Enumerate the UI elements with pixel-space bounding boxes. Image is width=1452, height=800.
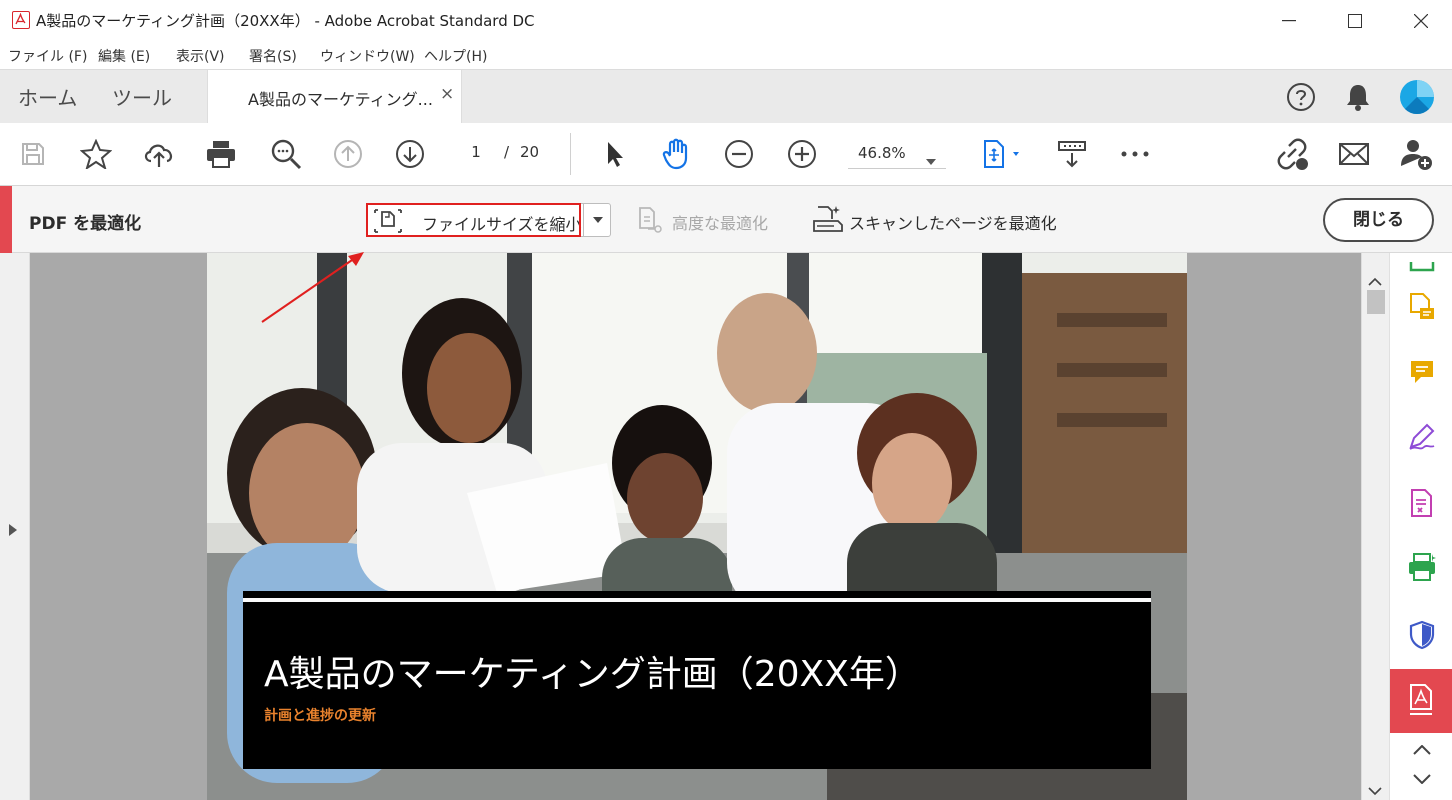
- zoom-out-icon[interactable]: [721, 136, 757, 172]
- title-band-rule: [243, 598, 1151, 602]
- document-canvas: A製品のマーケティング計画（20XX年） 計画と進捗の更新: [30, 253, 1361, 800]
- bell-icon[interactable]: [1345, 82, 1371, 116]
- scroll-thumb[interactable]: [1367, 290, 1385, 314]
- hand-icon[interactable]: [659, 136, 695, 172]
- expand-pane-icon[interactable]: [9, 521, 17, 540]
- maximize-icon[interactable]: [1332, 0, 1378, 41]
- tab-bar: ホーム ツール A製品のマーケティング... ×: [0, 69, 1452, 124]
- add-user-icon[interactable]: [1398, 136, 1434, 172]
- protect-shield-icon[interactable]: [1406, 619, 1438, 651]
- title-bar: A製品のマーケティング計画（20XX年） - Adobe Acrobat Sta…: [0, 0, 1452, 41]
- optimize-pdf-bar: PDF を最適化 ファイルサイズを縮小 高度な最適化 スキャンしたページを最適化…: [0, 186, 1452, 253]
- comment-file-icon[interactable]: [1406, 291, 1438, 323]
- optimize-scanned-pages-label: スキャンしたページを最適化: [849, 214, 1057, 233]
- comment-icon[interactable]: [1406, 356, 1438, 388]
- page-number-input[interactable]: 1: [455, 143, 497, 161]
- zoom-in-icon[interactable]: [784, 136, 820, 172]
- more-icon[interactable]: [1117, 136, 1153, 172]
- chevron-up-icon[interactable]: [1406, 739, 1438, 761]
- optimize-pdf-tool-active[interactable]: [1390, 669, 1452, 733]
- close-optimize-button[interactable]: 閉じる: [1323, 198, 1434, 242]
- tab-close-icon[interactable]: ×: [440, 84, 454, 104]
- scan-print-icon[interactable]: [1406, 551, 1438, 583]
- pdf-page: A製品のマーケティング計画（20XX年） 計画と進捗の更新: [207, 253, 1187, 800]
- menu-sign[interactable]: 署名(S): [249, 46, 297, 66]
- fill-sign-icon[interactable]: [1406, 421, 1438, 453]
- tab-document[interactable]: A製品のマーケティング... ×: [207, 70, 462, 124]
- menu-file[interactable]: ファイル (F): [8, 46, 87, 66]
- menu-window[interactable]: ウィンドウ(W): [320, 46, 415, 66]
- avatar[interactable]: [1400, 80, 1434, 114]
- menu-view[interactable]: 表示(V): [176, 46, 225, 66]
- mail-icon[interactable]: [1336, 136, 1372, 172]
- help-icon[interactable]: [1286, 82, 1316, 116]
- link-icon[interactable]: [1274, 136, 1310, 172]
- arrow-down-circle-icon[interactable]: [392, 136, 428, 172]
- chevron-down-icon: [592, 217, 603, 223]
- menu-help[interactable]: ヘルプ(H): [424, 46, 487, 66]
- scroll-up-icon[interactable]: [1368, 271, 1382, 290]
- document-subheading: 計画と進捗の更新: [264, 708, 376, 724]
- fit-page-icon[interactable]: [974, 136, 1030, 172]
- optimize-pdf-icon: [1410, 684, 1432, 715]
- chevron-down-icon: [926, 150, 936, 169]
- edit-pdf-icon[interactable]: [1406, 487, 1438, 519]
- pointer-icon[interactable]: [597, 136, 633, 172]
- save-icon[interactable]: [15, 136, 51, 172]
- advanced-optimize-icon: [636, 206, 664, 238]
- tab-tools[interactable]: ツール: [112, 82, 172, 111]
- star-icon[interactable]: [78, 136, 114, 172]
- minimize-icon[interactable]: [1266, 0, 1312, 41]
- window-title: A製品のマーケティング計画（20XX年） - Adobe Acrobat Sta…: [36, 12, 535, 30]
- zoom-value: 46.8%: [858, 144, 906, 162]
- tab-document-label: A製品のマーケティング...: [248, 90, 433, 109]
- cloud-upload-icon[interactable]: [141, 136, 177, 172]
- search-icon[interactable]: [268, 136, 304, 172]
- page-separator: /: [504, 143, 510, 161]
- acrobat-app-icon: [12, 11, 30, 29]
- close-icon[interactable]: [1398, 0, 1444, 41]
- tab-home[interactable]: ホーム: [18, 82, 77, 111]
- optimize-accent-strip: [0, 186, 12, 253]
- reduce-highlight-box: [366, 203, 581, 237]
- reduce-dropdown-button[interactable]: [583, 204, 611, 236]
- advanced-optimization-label: 高度な最適化: [672, 214, 769, 233]
- vertical-scrollbar[interactable]: [1361, 253, 1389, 800]
- arrow-up-circle-icon[interactable]: [330, 136, 366, 172]
- zoom-select[interactable]: 46.8%: [848, 141, 946, 169]
- chevron-down-icon[interactable]: [1406, 768, 1438, 790]
- print-icon[interactable]: [203, 136, 239, 172]
- left-nav-pane: [0, 253, 30, 800]
- document-heading: A製品のマーケティング計画（20XX年）: [264, 654, 921, 695]
- title-band: A製品のマーケティング計画（20XX年） 計画と進捗の更新: [243, 591, 1151, 769]
- toolbar-divider: [570, 133, 571, 175]
- scanner-icon: [812, 203, 844, 239]
- right-tools-panel: [1389, 253, 1452, 800]
- scroll-mode-icon[interactable]: [1054, 136, 1090, 172]
- menu-edit[interactable]: 編集 (E): [98, 46, 150, 66]
- optimize-title: PDF を最適化: [29, 214, 142, 234]
- scroll-down-icon[interactable]: [1368, 781, 1382, 800]
- export-pdf-icon[interactable]: [1406, 253, 1438, 285]
- main-toolbar: 1 / 20 46.8%: [0, 123, 1452, 186]
- menu-bar: ファイル (F) 編集 (E) 表示(V) 署名(S) ウィンドウ(W) ヘルプ…: [0, 41, 1452, 69]
- page-total: 20: [520, 143, 540, 161]
